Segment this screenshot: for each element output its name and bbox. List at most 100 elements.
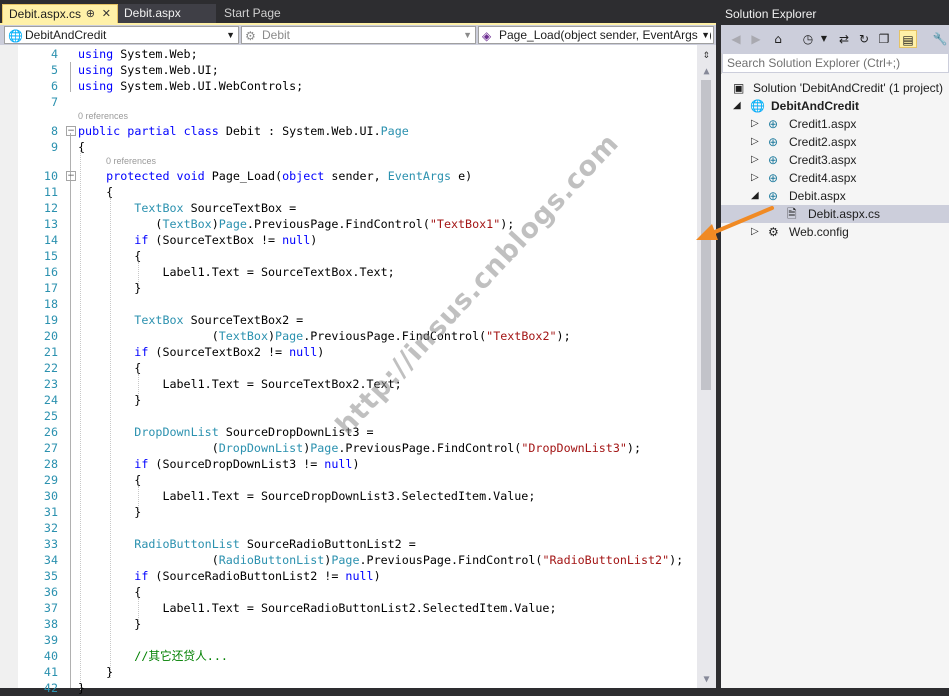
method-icon: ◈ <box>482 29 492 43</box>
tab-start-page[interactable]: Start Page <box>218 4 320 23</box>
close-icon[interactable]: ✕ <box>102 5 111 24</box>
forward-icon[interactable]: ▶ <box>747 30 765 48</box>
code-text[interactable]: RadioButtonList SourceRadioButtonList2 = <box>78 536 415 552</box>
code-text[interactable]: { <box>78 360 141 376</box>
indicator-margin <box>0 45 18 688</box>
line-number: 17 <box>43 281 58 295</box>
code-text[interactable]: { <box>78 472 141 488</box>
class-icon: ⚙ <box>245 29 256 43</box>
line-number: 4 <box>50 47 58 61</box>
project-dropdown-value: DebitAndCredit <box>25 28 107 42</box>
tree-item-label: Solution 'DebitAndCredit' (1 project) <box>753 81 944 95</box>
line-number: 36 <box>43 585 58 599</box>
code-text[interactable]: { <box>78 184 113 200</box>
split-handle-icon[interactable]: ⇕ <box>697 45 716 63</box>
aspx-file-icon: ⊕ <box>768 135 779 149</box>
collapse-icon[interactable]: − <box>66 126 76 136</box>
line-number: 30 <box>43 489 58 503</box>
scroll-up-icon[interactable]: ▲ <box>697 63 716 80</box>
collapsed-icon[interactable]: ▷ <box>751 133 759 151</box>
tab-debit-aspx[interactable]: Debit.aspx <box>118 4 216 23</box>
code-text[interactable]: //其它还贷人... <box>78 648 228 664</box>
tree-item-project[interactable]: ◢ 🌐 DebitAndCredit <box>721 97 949 115</box>
annotation-arrow-icon <box>696 206 774 240</box>
code-text[interactable]: } <box>78 392 141 408</box>
sync-icon[interactable]: ⇄ <box>835 30 853 48</box>
line-number: 35 <box>43 569 58 583</box>
code-text[interactable]: DropDownList SourceDropDownList3 = <box>78 424 373 440</box>
codelens-references-method[interactable]: 0 references <box>106 156 156 166</box>
code-text[interactable]: { <box>78 584 141 600</box>
member-dropdown[interactable]: ◈ Page_Load(object sender, EventArgs e) … <box>478 26 714 44</box>
collapsed-icon[interactable]: ▷ <box>751 115 759 133</box>
code-text[interactable]: Label1.Text = SourceDropDownList3.Select… <box>78 488 535 504</box>
code-text[interactable]: TextBox SourceTextBox = <box>78 200 296 216</box>
tree-item-file[interactable]: ▷ ⊕ Credit4.aspx <box>721 169 949 187</box>
code-text[interactable]: { <box>78 248 141 264</box>
expanded-icon[interactable]: ◢ <box>733 97 741 115</box>
code-text[interactable]: (RadioButtonList)Page.PreviousPage.FindC… <box>78 552 684 568</box>
refresh-icon[interactable]: ↻ <box>855 30 873 48</box>
code-text[interactable]: using System.Web.UI.WebControls; <box>78 78 303 94</box>
pin-icon[interactable]: ⊕ <box>86 5 95 24</box>
tab-label: Debit.aspx <box>124 6 181 20</box>
tree-item-file[interactable]: ▷ ⊕ Credit2.aspx <box>721 133 949 151</box>
member-dropdown-value: Page_Load(object sender, EventArgs e) <box>499 28 712 42</box>
line-number: 33 <box>43 537 58 551</box>
collapse-all-icon[interactable]: ❐ <box>875 30 893 48</box>
class-dropdown-value: Debit <box>262 28 291 42</box>
code-text[interactable]: (TextBox)Page.PreviousPage.FindControl("… <box>78 216 514 232</box>
solution-explorer-search[interactable]: Search Solution Explorer (Ctrl+;) <box>722 53 949 73</box>
chevron-down-icon[interactable]: ▼ <box>815 30 833 48</box>
cs-file-icon: 🗎 <box>787 207 797 221</box>
class-dropdown[interactable]: ⚙ Debit ▼ <box>241 26 476 44</box>
tab-debit-aspx-cs[interactable]: Debit.aspx.cs ⊕ ✕ <box>2 4 118 23</box>
tree-item-label: Credit4.aspx <box>789 171 857 185</box>
tree-item-label: Debit.aspx.cs <box>808 207 881 221</box>
line-number: 21 <box>43 345 58 359</box>
code-text[interactable]: } <box>78 664 113 680</box>
show-all-files-icon[interactable]: ▤ <box>899 30 917 48</box>
line-number: 34 <box>43 553 58 567</box>
code-text[interactable]: TextBox SourceTextBox2 = <box>78 312 303 328</box>
properties-icon[interactable]: 🔧 <box>931 30 949 48</box>
tree-item-file[interactable]: ▷ ⊕ Credit3.aspx <box>721 151 949 169</box>
code-text[interactable]: using System.Web; <box>78 46 198 62</box>
navigation-bar: 🌐 DebitAndCredit ▼ ⚙ Debit ▼ ◈ Page_Load… <box>0 25 716 45</box>
scroll-down-icon[interactable]: ▼ <box>697 671 716 688</box>
collapsed-icon[interactable]: ▷ <box>751 169 759 187</box>
code-text[interactable]: } <box>78 504 141 520</box>
tree-item-solution[interactable]: ▣ Solution 'DebitAndCredit' (1 project) <box>721 79 949 97</box>
code-text[interactable]: } <box>78 680 85 696</box>
code-text[interactable]: (DropDownList)Page.PreviousPage.FindCont… <box>78 440 641 456</box>
code-text[interactable]: { <box>78 139 85 155</box>
code-text[interactable]: using System.Web.UI; <box>78 62 219 78</box>
code-text[interactable]: Label1.Text = SourceRadioButtonList2.Sel… <box>78 600 556 616</box>
collapse-icon[interactable]: − <box>66 171 76 181</box>
back-icon[interactable]: ◀ <box>727 30 745 48</box>
code-text[interactable]: if (SourceTextBox != null) <box>78 232 317 248</box>
line-number: 28 <box>43 457 58 471</box>
aspx-file-icon: ⊕ <box>768 153 779 167</box>
tree-item-file[interactable]: ▷ ⊕ Credit1.aspx <box>721 115 949 133</box>
code-text[interactable]: if (SourceRadioButtonList2 != null) <box>78 568 380 584</box>
code-text[interactable]: } <box>78 280 141 296</box>
line-number: 16 <box>43 265 58 279</box>
code-text[interactable]: } <box>78 616 141 632</box>
code-text[interactable]: public partial class Debit : System.Web.… <box>78 123 409 139</box>
codelens-references-class[interactable]: 0 references <box>78 111 128 121</box>
line-number: 25 <box>43 409 58 423</box>
code-text[interactable]: if (SourceTextBox2 != null) <box>78 344 324 360</box>
code-text[interactable]: Label1.Text = SourceTextBox.Text; <box>78 264 394 280</box>
line-number: 40 <box>43 649 58 663</box>
line-number: 14 <box>43 233 58 247</box>
project-dropdown[interactable]: 🌐 DebitAndCredit ▼ <box>4 26 239 44</box>
line-number: 26 <box>43 425 58 439</box>
home-icon[interactable]: ⌂ <box>769 30 787 48</box>
aspx-file-icon: ⊕ <box>768 171 779 185</box>
code-text[interactable]: protected void Page_Load(object sender, … <box>78 168 472 184</box>
code-text[interactable]: (TextBox)Page.PreviousPage.FindControl("… <box>78 328 571 344</box>
code-text[interactable]: if (SourceDropDownList3 != null) <box>78 456 359 472</box>
code-text[interactable]: Label1.Text = SourceTextBox2.Text; <box>78 376 401 392</box>
collapsed-icon[interactable]: ▷ <box>751 151 759 169</box>
